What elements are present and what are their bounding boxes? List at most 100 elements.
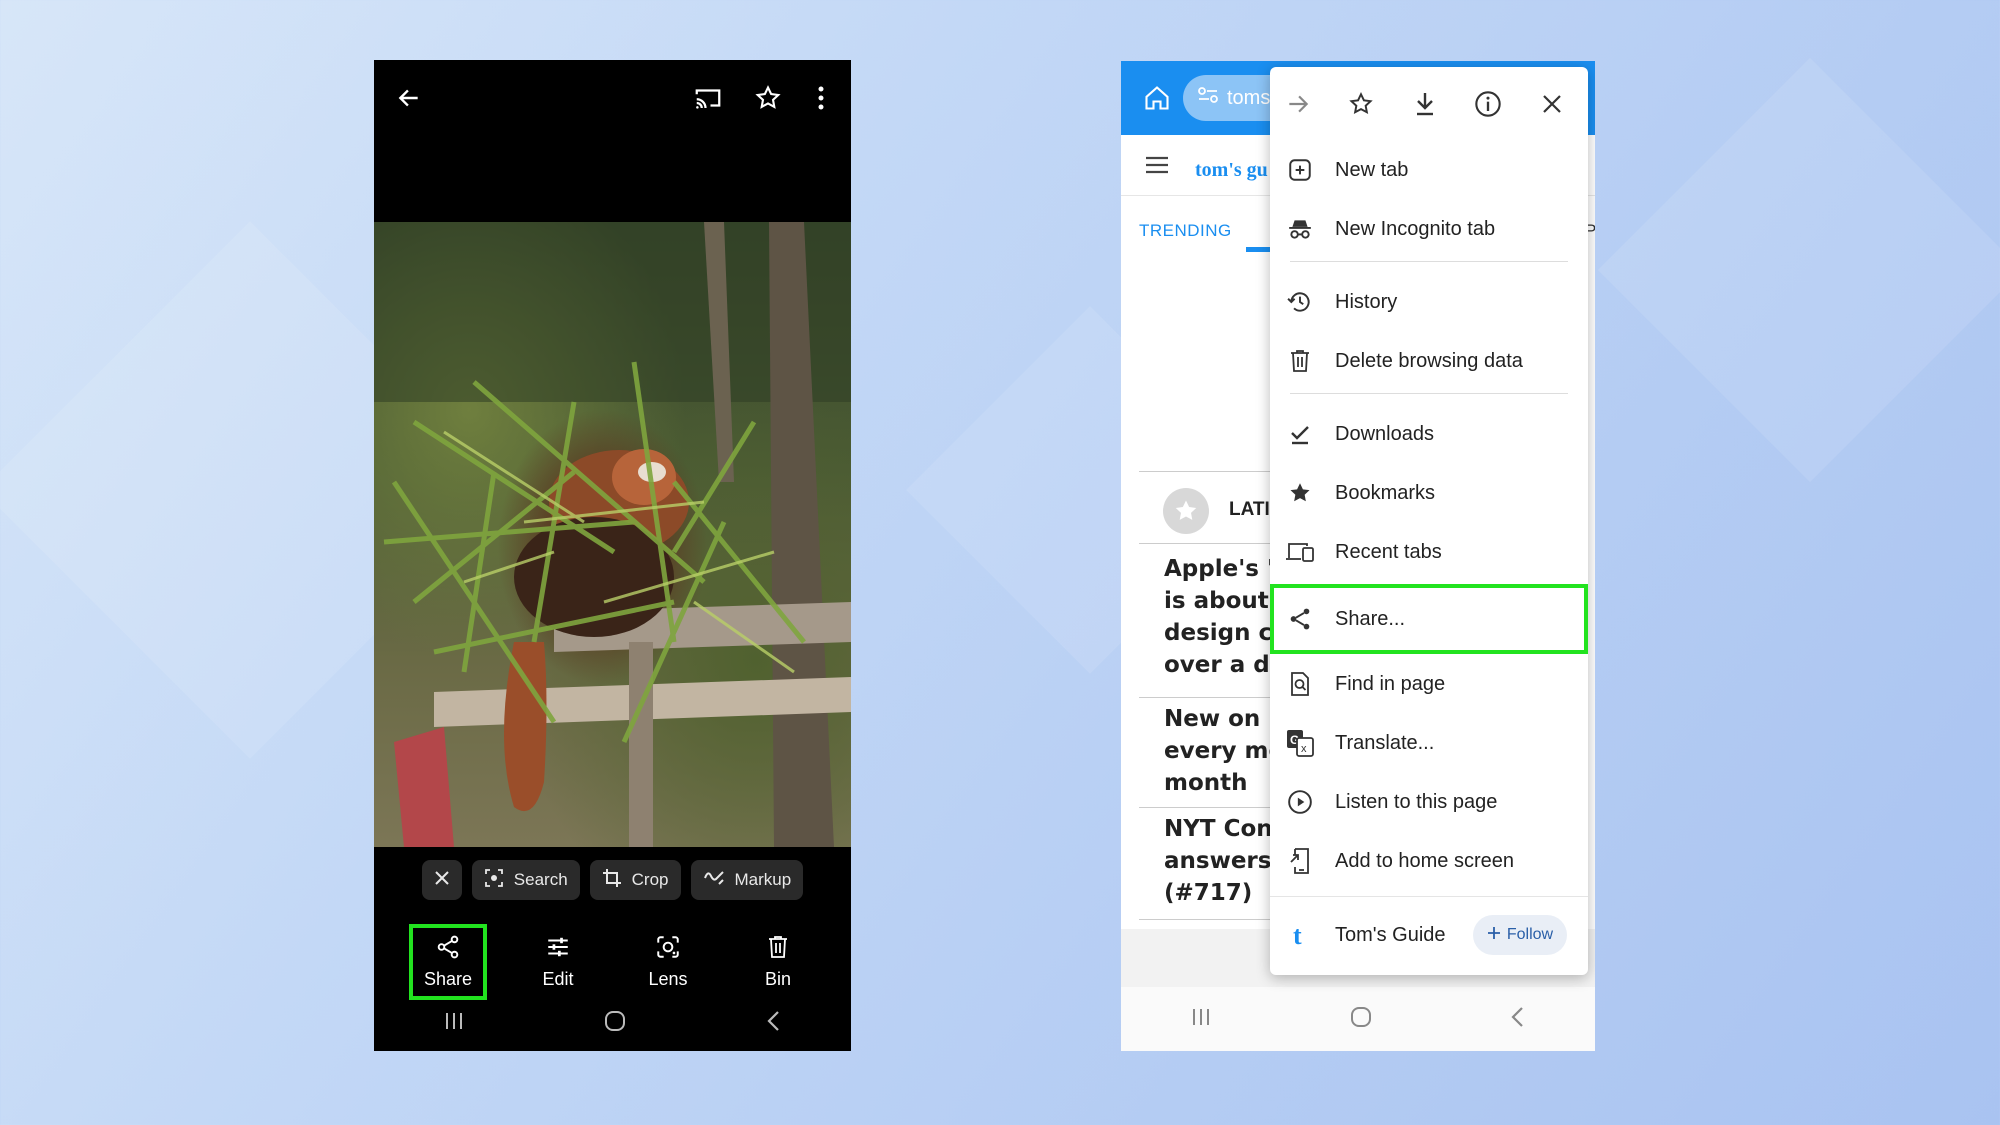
bin-icon xyxy=(766,934,790,965)
recent-apps-icon[interactable] xyxy=(443,1011,465,1036)
chrome-browser-screen: tomsg tom's gu TRENDING P LATI Apple's '… xyxy=(1121,61,1595,1051)
latest-label: LATI xyxy=(1229,499,1270,521)
menu-item-listen[interactable]: Listen to this page xyxy=(1270,774,1588,830)
find-in-page-icon xyxy=(1284,668,1316,700)
bin-button[interactable]: Bin xyxy=(728,924,828,1000)
menu-item-delete-browsing-data[interactable]: Delete browsing data xyxy=(1270,333,1588,389)
menu-item-label: Add to home screen xyxy=(1335,850,1514,873)
crop-icon xyxy=(602,868,622,893)
background-shape xyxy=(1598,58,2000,482)
hamburger-menu-icon[interactable] xyxy=(1145,155,1169,180)
markup-chip-label: Markup xyxy=(735,870,792,890)
menu-item-label: History xyxy=(1335,291,1397,314)
menu-divider xyxy=(1290,261,1568,262)
menu-item-new-incognito-tab[interactable]: New Incognito tab xyxy=(1270,201,1588,257)
menu-divider xyxy=(1290,393,1568,394)
menu-item-share[interactable]: Share... xyxy=(1270,584,1588,654)
downloads-check-icon xyxy=(1284,418,1316,450)
translate-icon: Gx xyxy=(1284,727,1316,759)
menu-item-downloads[interactable]: Downloads xyxy=(1270,406,1588,462)
menu-item-label: Translate... xyxy=(1335,732,1434,755)
svg-text:x: x xyxy=(1301,743,1307,755)
more-vert-icon[interactable] xyxy=(801,78,841,118)
menu-item-translate[interactable]: Gx Translate... xyxy=(1270,715,1588,771)
menu-item-history[interactable]: History xyxy=(1270,274,1588,330)
menu-item-label: New Incognito tab xyxy=(1335,218,1495,241)
page-info-icon[interactable] xyxy=(1468,84,1508,124)
close-icon xyxy=(434,870,450,891)
lens-search-icon xyxy=(484,868,504,893)
footer-site-name: Tom's Guide xyxy=(1335,924,1446,947)
home-icon[interactable] xyxy=(1137,78,1177,118)
chrome-overflow-menu: New tab New Incognito tab History Delete… xyxy=(1270,67,1588,975)
menu-icon-row xyxy=(1270,67,1588,141)
close-icon[interactable] xyxy=(1532,84,1572,124)
menu-item-label: Bookmarks xyxy=(1335,482,1435,505)
menu-item-label: Delete browsing data xyxy=(1335,350,1523,373)
back-nav-icon[interactable] xyxy=(766,1010,782,1037)
lens-label: Lens xyxy=(648,969,687,990)
trash-icon xyxy=(1284,345,1316,377)
new-tab-icon xyxy=(1284,154,1316,186)
plus-icon xyxy=(1487,926,1501,945)
markup-icon xyxy=(703,868,725,893)
bookmark-star-icon[interactable] xyxy=(1341,84,1381,124)
lens-icon xyxy=(655,934,681,965)
menu-item-recent-tabs[interactable]: Recent tabs xyxy=(1270,524,1588,580)
markup-chip[interactable]: Markup xyxy=(691,860,804,900)
system-nav-bar xyxy=(374,995,851,1051)
incognito-icon xyxy=(1284,213,1316,245)
share-button[interactable]: Share xyxy=(409,924,487,1000)
history-icon xyxy=(1284,286,1316,318)
add-home-icon xyxy=(1284,845,1316,877)
menu-item-bookmarks[interactable]: Bookmarks xyxy=(1270,465,1588,521)
edit-label: Edit xyxy=(542,969,573,990)
back-arrow-icon[interactable] xyxy=(389,78,429,118)
system-nav-bar xyxy=(1121,987,1595,1051)
photo-illustration xyxy=(374,222,851,847)
follow-label: Follow xyxy=(1507,926,1553,944)
menu-item-new-tab[interactable]: New tab xyxy=(1270,142,1588,198)
menu-item-label: Find in page xyxy=(1335,673,1445,696)
menu-divider xyxy=(1270,896,1588,897)
article-headline[interactable]: New on N every mo month xyxy=(1164,703,1288,799)
crop-chip[interactable]: Crop xyxy=(590,860,681,900)
photo-actions-bar: Share Edit Lens Bin xyxy=(374,924,851,1004)
bookmark-star-icon xyxy=(1284,477,1316,509)
share-icon xyxy=(1284,603,1316,635)
svg-text:t: t xyxy=(1293,922,1302,948)
home-nav-icon[interactable] xyxy=(603,1009,627,1038)
article-headline[interactable]: Apple's ' is about design cl over a de xyxy=(1164,553,1285,681)
bin-label: Bin xyxy=(765,969,791,990)
site-settings-icon[interactable] xyxy=(1197,85,1219,111)
recent-apps-icon[interactable] xyxy=(1190,1007,1212,1032)
lens-button[interactable]: Lens xyxy=(618,924,718,1000)
menu-item-add-to-home-screen[interactable]: Add to home screen xyxy=(1270,833,1588,889)
back-nav-icon[interactable] xyxy=(1510,1006,1526,1033)
download-icon[interactable] xyxy=(1405,84,1445,124)
close-chip[interactable] xyxy=(422,860,462,900)
home-nav-icon[interactable] xyxy=(1349,1005,1373,1034)
menu-item-label: Share... xyxy=(1335,608,1405,631)
cast-icon[interactable] xyxy=(688,78,728,118)
menu-item-label: Downloads xyxy=(1335,423,1434,446)
trending-label[interactable]: TRENDING xyxy=(1139,221,1232,241)
menu-item-find-in-page[interactable]: Find in page xyxy=(1270,656,1588,712)
search-chip[interactable]: Search xyxy=(472,860,580,900)
latest-star-icon xyxy=(1163,488,1209,534)
menu-item-label: Listen to this page xyxy=(1335,791,1497,814)
follow-button[interactable]: Follow xyxy=(1473,915,1567,955)
photo-red-panda[interactable] xyxy=(374,222,851,847)
favorite-star-icon[interactable] xyxy=(748,78,788,118)
photo-top-bar xyxy=(374,60,851,136)
forward-arrow-icon[interactable] xyxy=(1278,84,1318,124)
toms-guide-logo-icon: t xyxy=(1284,919,1316,951)
crop-chip-label: Crop xyxy=(632,870,669,890)
listen-icon xyxy=(1284,786,1316,818)
edit-button[interactable]: Edit xyxy=(508,924,608,1000)
site-logo[interactable]: tom's gu xyxy=(1195,159,1268,182)
menu-item-label: Recent tabs xyxy=(1335,541,1442,564)
photos-app-screen: Search Crop Markup Share Edit xyxy=(374,60,851,1051)
menu-item-label: New tab xyxy=(1335,159,1408,182)
search-chip-label: Search xyxy=(514,870,568,890)
